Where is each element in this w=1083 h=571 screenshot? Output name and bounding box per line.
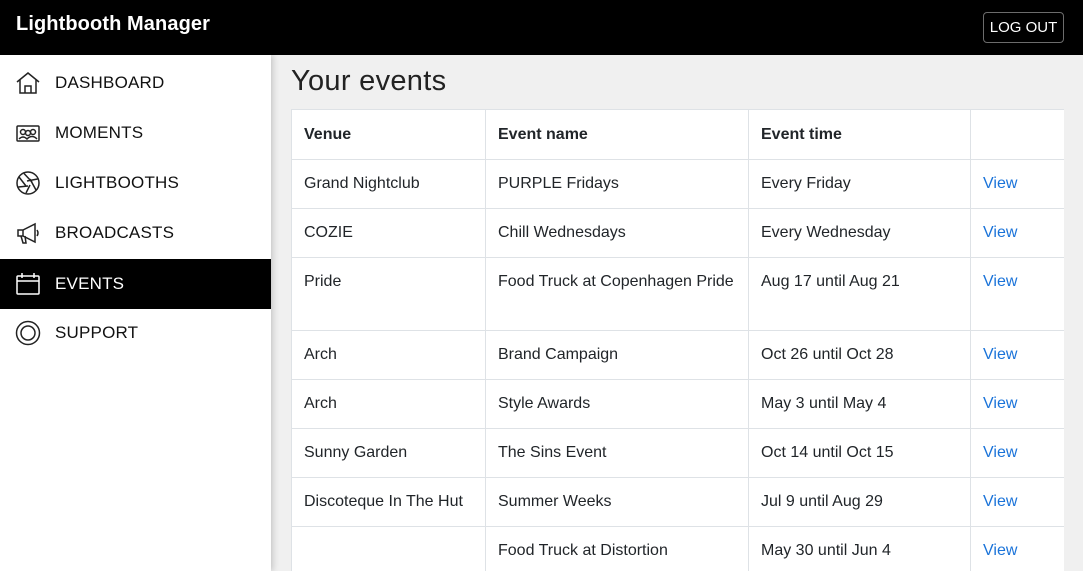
photos-icon xyxy=(15,120,41,146)
table-row: Pride Food Truck at Copenhagen Pride Aug… xyxy=(291,257,1064,331)
sidebar-item-lightbooths[interactable]: LIGHTBOOTHS xyxy=(0,158,271,208)
view-link[interactable]: View xyxy=(970,257,1064,331)
event-time-cell: May 3 until May 4 xyxy=(748,379,971,429)
event-name-cell: Brand Campaign xyxy=(485,330,749,380)
table-row: COZIE Chill Wednesdays Every Wednesday V… xyxy=(291,208,1064,258)
event-name-cell: Chill Wednesdays xyxy=(485,208,749,258)
table-row: Arch Brand Campaign Oct 26 until Oct 28 … xyxy=(291,330,1064,380)
event-name-cell: The Sins Event xyxy=(485,428,749,478)
venue-cell: Discoteque In The Hut xyxy=(291,477,486,527)
event-time-cell: Every Wednesday xyxy=(748,208,971,258)
event-name-cell: Style Awards xyxy=(485,379,749,429)
event-time-cell: May 30 until Jun 4 xyxy=(748,526,971,571)
column-header-event-name: Event name xyxy=(485,109,749,160)
table-row: Sunny Garden The Sins Event Oct 14 until… xyxy=(291,428,1064,478)
column-header-event-time: Event time xyxy=(748,109,971,160)
venue-cell: Sunny Garden xyxy=(291,428,486,478)
column-header-venue: Venue xyxy=(291,109,486,160)
sidebar-item-moments[interactable]: MOMENTS xyxy=(0,108,271,158)
table-row: Grand Nightclub PURPLE Fridays Every Fri… xyxy=(291,159,1064,209)
view-link[interactable]: View xyxy=(970,208,1064,258)
venue-cell xyxy=(291,526,486,571)
event-time-cell: Oct 26 until Oct 28 xyxy=(748,330,971,380)
aperture-icon xyxy=(15,170,41,196)
view-link[interactable]: View xyxy=(970,428,1064,478)
column-header-actions xyxy=(970,109,1064,160)
event-name-cell: Food Truck at Distortion xyxy=(485,526,749,571)
sidebar-item-label: SUPPORT xyxy=(55,323,139,342)
calendar-icon xyxy=(15,271,41,297)
event-time-cell: Aug 17 until Aug 21 xyxy=(748,257,971,331)
top-bar: Lightbooth Manager LOG OUT xyxy=(0,0,1083,55)
sidebar-item-events[interactable]: EVENTS xyxy=(0,259,271,309)
event-name-cell: Summer Weeks xyxy=(485,477,749,527)
event-time-cell: Oct 14 until Oct 15 xyxy=(748,428,971,478)
sidebar-item-dashboard[interactable]: DASHBOARD xyxy=(0,58,271,108)
app-title: Lightbooth Manager xyxy=(16,13,210,35)
sidebar: DASHBOARD MOMENTS LIGHTBOOTHS BROADCASTS… xyxy=(0,55,271,571)
venue-cell: Pride xyxy=(291,257,486,331)
event-name-cell: PURPLE Fridays xyxy=(485,159,749,209)
table-row: Arch Style Awards May 3 until May 4 View xyxy=(291,379,1064,429)
venue-cell: COZIE xyxy=(291,208,486,258)
view-link[interactable]: View xyxy=(970,477,1064,527)
sidebar-item-label: LIGHTBOOTHS xyxy=(55,173,180,192)
sidebar-item-support[interactable]: SUPPORT xyxy=(0,308,271,358)
sidebar-item-label: EVENTS xyxy=(55,274,125,293)
sidebar-item-label: DASHBOARD xyxy=(55,73,165,92)
home-icon xyxy=(15,70,41,96)
logout-button[interactable]: LOG OUT xyxy=(983,12,1064,43)
sidebar-item-broadcasts[interactable]: BROADCASTS xyxy=(0,208,271,258)
table-row: Discoteque In The Hut Summer Weeks Jul 9… xyxy=(291,477,1064,527)
events-table: Venue Event name Event time Grand Nightc… xyxy=(291,109,1064,571)
view-link[interactable]: View xyxy=(970,159,1064,209)
table-header-row: Venue Event name Event time xyxy=(291,109,1064,160)
page-title: Your events xyxy=(291,65,447,97)
sidebar-item-label: BROADCASTS xyxy=(55,223,175,242)
venue-cell: Arch xyxy=(291,379,486,429)
sidebar-item-label: MOMENTS xyxy=(55,123,144,142)
table-row: Food Truck at Distortion May 30 until Ju… xyxy=(291,526,1064,571)
event-name-cell: Food Truck at Copenhagen Pride xyxy=(485,257,749,331)
view-link[interactable]: View xyxy=(970,379,1064,429)
lifebuoy-icon xyxy=(15,320,41,346)
venue-cell: Arch xyxy=(291,330,486,380)
view-link[interactable]: View xyxy=(970,526,1064,571)
event-time-cell: Jul 9 until Aug 29 xyxy=(748,477,971,527)
megaphone-icon xyxy=(15,220,41,246)
venue-cell: Grand Nightclub xyxy=(291,159,486,209)
view-link[interactable]: View xyxy=(970,330,1064,380)
event-time-cell: Every Friday xyxy=(748,159,971,209)
